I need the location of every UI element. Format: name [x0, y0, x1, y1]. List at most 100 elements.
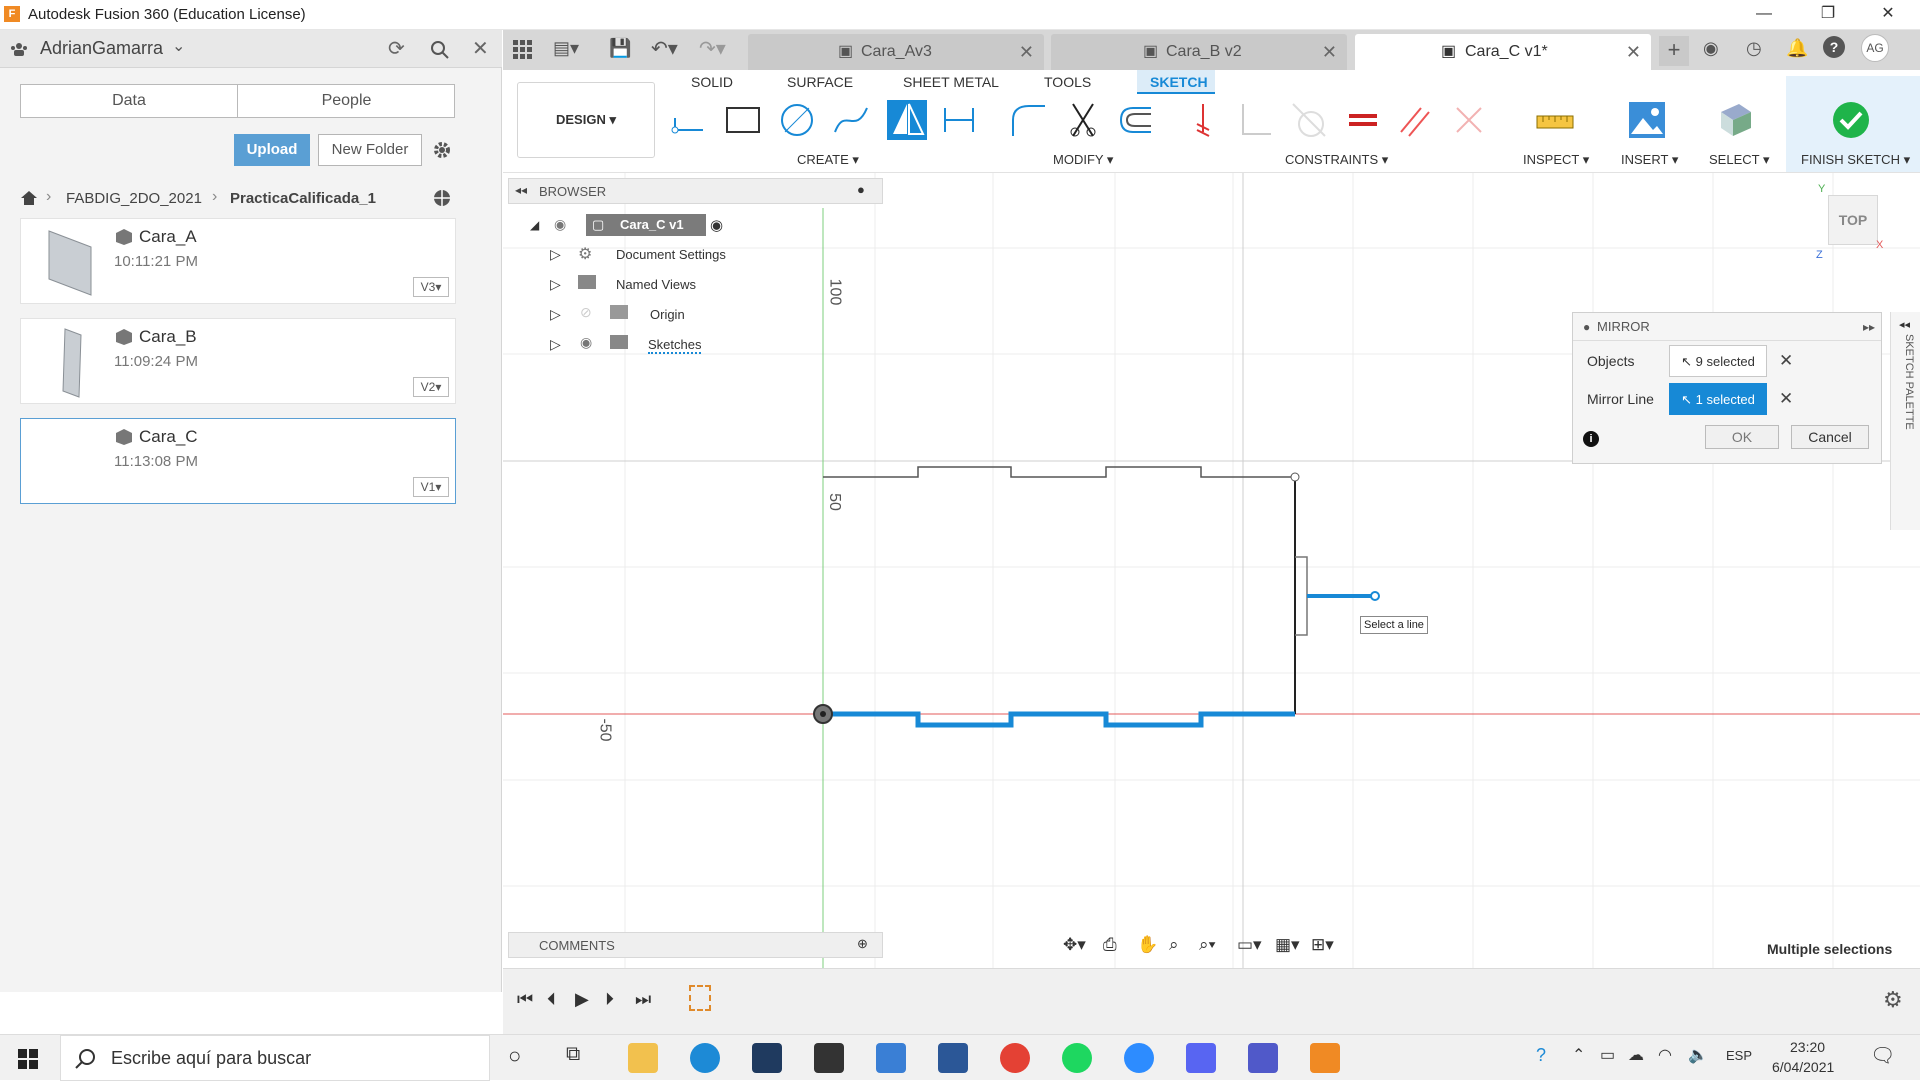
tab-solid[interactable]: SOLID: [691, 74, 733, 90]
restore-icon[interactable]: ❐: [1800, 0, 1856, 30]
battery-icon[interactable]: ▭: [1600, 1045, 1615, 1065]
expand-triangle-icon[interactable]: ▷: [550, 276, 561, 293]
rectangle-tool-icon[interactable]: [723, 100, 763, 140]
refresh-icon[interactable]: ⟳: [388, 36, 405, 61]
help-icon[interactable]: ?: [1823, 36, 1845, 58]
insert-menu[interactable]: INSERT ▾: [1621, 152, 1678, 168]
objects-selection[interactable]: ↖ 9 selected: [1669, 345, 1767, 377]
clock-time[interactable]: 23:20: [1790, 1039, 1825, 1055]
equal-constraint-icon[interactable]: [1343, 100, 1383, 140]
wifi-icon[interactable]: ◠: [1658, 1045, 1672, 1065]
dimension-tool-icon[interactable]: [939, 100, 979, 140]
tab-cara-c[interactable]: ▣ Cara_C v1* ✕: [1355, 34, 1651, 70]
file-menu-icon[interactable]: ▤▾: [553, 38, 579, 59]
mirror-tool-icon[interactable]: [887, 100, 927, 140]
undo-icon[interactable]: ↶▾: [651, 36, 678, 61]
expand-palette-icon[interactable]: ◂◂: [1899, 318, 1910, 331]
tab-cara-b[interactable]: ▣ Cara_B v2 ✕: [1051, 34, 1347, 70]
clear-mirror-line-icon[interactable]: ✕: [1779, 389, 1793, 409]
add-comment-icon[interactable]: ⊕: [857, 936, 868, 952]
select-icon[interactable]: [1715, 100, 1755, 140]
insert-image-icon[interactable]: [1627, 100, 1667, 140]
edge-icon[interactable]: [690, 1043, 720, 1073]
tab-sketch[interactable]: SKETCH: [1150, 74, 1208, 90]
timeline-forward-icon[interactable]: ⏵: [605, 989, 614, 1010]
viewports-icon[interactable]: ⊞▾: [1311, 935, 1334, 955]
display-settings-icon[interactable]: ▭▾: [1237, 935, 1262, 955]
expand-dialog-icon[interactable]: ▸▸: [1863, 313, 1875, 341]
view-cube[interactable]: Y TOP X Z: [1816, 183, 1886, 273]
line-tool-icon[interactable]: [669, 100, 709, 140]
close-panel-icon[interactable]: ✕: [472, 36, 489, 61]
teams-icon[interactable]: [1248, 1043, 1278, 1073]
expand-root-icon[interactable]: ◢: [530, 218, 539, 232]
browser-item-sketches[interactable]: ▷ ◉ Sketches: [526, 334, 816, 358]
tab-sheet-metal[interactable]: SHEET METAL: [903, 74, 999, 90]
file-card-cara-a[interactable]: Cara_A 10:11:21 PM V3▾: [20, 218, 456, 304]
file-card-cara-b[interactable]: Cara_B 11:09:24 PM V2▾: [20, 318, 456, 404]
redo-icon[interactable]: ↷▾: [699, 36, 726, 61]
finish-sketch-check-icon[interactable]: [1831, 100, 1871, 140]
info-icon[interactable]: i: [1583, 431, 1599, 447]
discord-icon[interactable]: [1186, 1043, 1216, 1073]
look-at-icon[interactable]: ⎙: [1103, 935, 1117, 955]
home-icon[interactable]: [20, 190, 38, 206]
volume-icon[interactable]: 🔈: [1688, 1045, 1708, 1065]
version-dropdown[interactable]: V2▾: [413, 377, 449, 397]
file-card-cara-c[interactable]: Cara_C 11:13:08 PM V1▾: [20, 418, 456, 504]
file-explorer-icon[interactable]: [628, 1043, 658, 1073]
measure-icon[interactable]: [1535, 100, 1575, 140]
help-tray-icon[interactable]: ?: [1536, 1045, 1546, 1066]
expand-triangle-icon[interactable]: ▷: [550, 306, 561, 323]
save-icon[interactable]: 💾: [609, 38, 631, 59]
close-tab-icon[interactable]: ✕: [1626, 34, 1641, 70]
visibility-eye-icon[interactable]: ◉: [580, 334, 592, 351]
inspect-menu[interactable]: INSPECT ▾: [1523, 152, 1589, 168]
finish-sketch-menu[interactable]: FINISH SKETCH ▾: [1801, 152, 1910, 168]
constraints-menu[interactable]: CONSTRAINTS ▾: [1285, 152, 1388, 168]
task-view-icon[interactable]: ⧉: [566, 1043, 580, 1066]
grid-menu-icon[interactable]: [513, 40, 533, 60]
hidden-eye-icon[interactable]: ⊘: [580, 304, 592, 321]
sketch-feature-icon[interactable]: [689, 985, 711, 1011]
notifications-icon[interactable]: 🔔: [1786, 38, 1808, 59]
tab-people[interactable]: People: [238, 85, 455, 117]
pan-icon[interactable]: ✋: [1137, 935, 1158, 955]
grid-settings-icon[interactable]: ▦▾: [1275, 935, 1300, 955]
clear-objects-icon[interactable]: ✕: [1779, 351, 1793, 371]
tangent-constraint-icon[interactable]: [1289, 100, 1329, 140]
powershell-icon[interactable]: [752, 1043, 782, 1073]
language-indicator[interactable]: ESP: [1726, 1048, 1752, 1063]
circle-tool-icon[interactable]: [777, 100, 817, 140]
tab-cara-a[interactable]: ▣ Cara_Av3 ✕: [748, 34, 1044, 70]
word-icon[interactable]: [938, 1043, 968, 1073]
tab-data[interactable]: Data: [21, 85, 238, 117]
user-name[interactable]: AdrianGamarra: [40, 38, 163, 59]
chevron-down-icon[interactable]: ⌄: [172, 36, 185, 56]
notifications-center-icon[interactable]: 🗨: [1870, 1043, 1895, 1068]
trim-tool-icon[interactable]: [1063, 100, 1103, 140]
version-dropdown[interactable]: V3▾: [413, 277, 449, 297]
visibility-eye-icon[interactable]: ◉: [554, 216, 566, 233]
version-dropdown[interactable]: V1▾: [413, 477, 449, 497]
create-menu[interactable]: CREATE ▾: [797, 152, 859, 168]
new-folder-button[interactable]: New Folder: [318, 134, 422, 166]
windows-start-icon[interactable]: [18, 1049, 38, 1069]
timeline-back-icon[interactable]: ⏴: [547, 989, 556, 1010]
dialog-minimize-icon[interactable]: ●: [1583, 313, 1590, 341]
chrome-icon[interactable]: [1000, 1043, 1030, 1073]
mirror-line-selection[interactable]: ↖ 1 selected: [1669, 383, 1767, 415]
close-tab-icon[interactable]: ✕: [1322, 34, 1337, 70]
show-hidden-icons[interactable]: ⌃: [1572, 1045, 1585, 1065]
parallel-constraint-icon[interactable]: [1395, 100, 1435, 140]
timeline-start-icon[interactable]: ⏮: [517, 989, 533, 1010]
timeline-settings-gear-icon[interactable]: ⚙: [1883, 987, 1903, 1013]
browser-item-named-views[interactable]: ▷ Named Views: [526, 274, 816, 298]
new-tab-button[interactable]: +: [1659, 36, 1689, 66]
close-icon[interactable]: ✕: [1860, 0, 1916, 30]
breadcrumb-folder[interactable]: PracticaCalificada_1: [230, 190, 376, 207]
select-menu[interactable]: SELECT ▾: [1709, 152, 1769, 168]
tab-tools[interactable]: TOOLS: [1044, 74, 1091, 90]
cortana-icon[interactable]: ○: [508, 1043, 521, 1069]
comments-panel[interactable]: COMMENTS ⊕: [508, 932, 883, 958]
